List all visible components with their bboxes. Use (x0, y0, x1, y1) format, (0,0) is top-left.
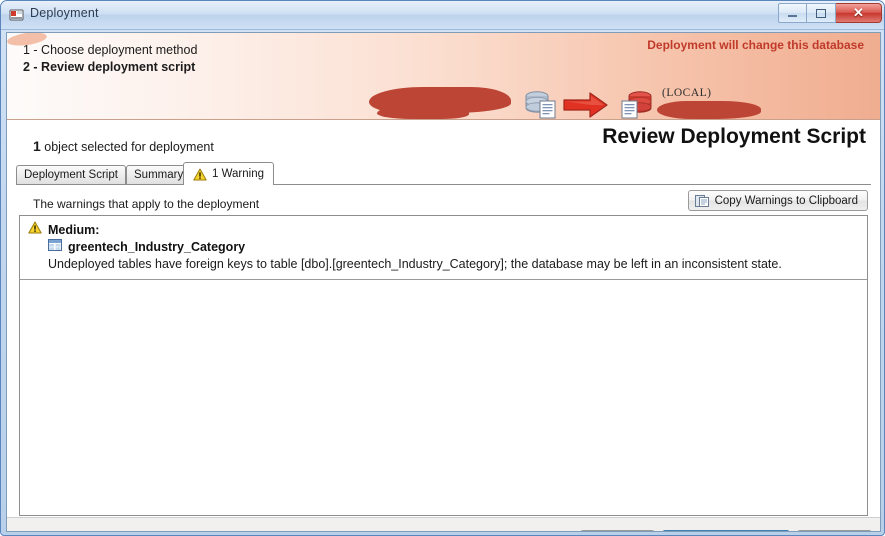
warning-triangle-icon (193, 168, 207, 181)
tab-strip: Deployment Script Summary 1 Warning (16, 162, 871, 185)
close-icon: ✕ (853, 5, 864, 20)
banner-warning-text: Deployment will change this database (647, 38, 864, 52)
copy-warnings-button[interactable]: Copy Warnings to Clipboard (687, 190, 868, 211)
wizard-step-1[interactable]: 1 - Choose deployment method (23, 43, 197, 57)
copy-warnings-label: Copy Warnings to Clipboard (714, 194, 858, 207)
footer-bar: < Back Deploy Now Close (7, 517, 880, 531)
warnings-list[interactable]: Medium: greentech_Industry_Category Unde… (19, 215, 868, 516)
target-server-label: (LOCAL) (662, 87, 712, 99)
object-count-label: object selected for deployment (44, 140, 214, 154)
list-item[interactable]: Medium: greentech_Industry_Category Unde… (20, 216, 867, 280)
deployment-app-icon (9, 8, 25, 23)
tab-warnings-label: 1 Warning (212, 168, 264, 180)
copy-clipboard-icon (694, 194, 710, 208)
target-database-icon (619, 89, 653, 119)
deploy-now-button[interactable]: Deploy Now (662, 530, 790, 531)
warnings-caption: The warnings that apply to the deploymen… (33, 197, 260, 211)
window-title: Deployment (30, 6, 99, 20)
deployment-window: Deployment ✕ 1 - Choose deployment metho… (0, 0, 885, 536)
window-controls: ✕ (778, 3, 882, 23)
object-count-value: 1 (33, 138, 41, 154)
page-title: Review Deployment Script (602, 125, 866, 148)
minimize-button[interactable] (778, 3, 807, 23)
tab-summary-label: Summary (134, 169, 184, 181)
wizard-step-2[interactable]: 2 - Review deployment script (23, 60, 195, 74)
redacted-target-name (657, 101, 761, 119)
warning-object-row: greentech_Industry_Category (48, 238, 245, 256)
back-button[interactable]: < Back (580, 530, 655, 531)
warning-object-name: greentech_Industry_Category (68, 240, 246, 254)
right-arrow-icon (563, 92, 608, 119)
maximize-button[interactable] (807, 3, 836, 23)
client-area: 1 - Choose deployment method 2 - Review … (6, 32, 881, 532)
close-window-button[interactable]: ✕ (836, 3, 882, 23)
warning-message: Undeployed tables have foreign keys to t… (48, 257, 782, 271)
maximize-icon (816, 8, 826, 18)
tab-summary[interactable]: Summary (126, 165, 192, 184)
tab-deployment-script-label: Deployment Script (24, 169, 118, 181)
warning-triangle-icon (28, 221, 42, 239)
wizard-banner: 1 - Choose deployment method 2 - Review … (7, 33, 880, 120)
tab-strip-baseline (16, 184, 871, 185)
close-button[interactable]: Close (797, 530, 872, 531)
source-database-icon (524, 89, 558, 119)
minimize-icon (788, 15, 797, 17)
redacted-source-name-tail (377, 107, 469, 119)
warning-severity-row: Medium: (28, 221, 99, 239)
warning-severity-label: Medium: (48, 223, 100, 237)
tab-warnings[interactable]: 1 Warning (183, 162, 274, 185)
table-icon (48, 238, 62, 256)
title-bar: Deployment ✕ (1, 1, 884, 30)
object-count-line: 1 object selected for deployment (33, 138, 214, 154)
tab-deployment-script[interactable]: Deployment Script (16, 165, 126, 184)
